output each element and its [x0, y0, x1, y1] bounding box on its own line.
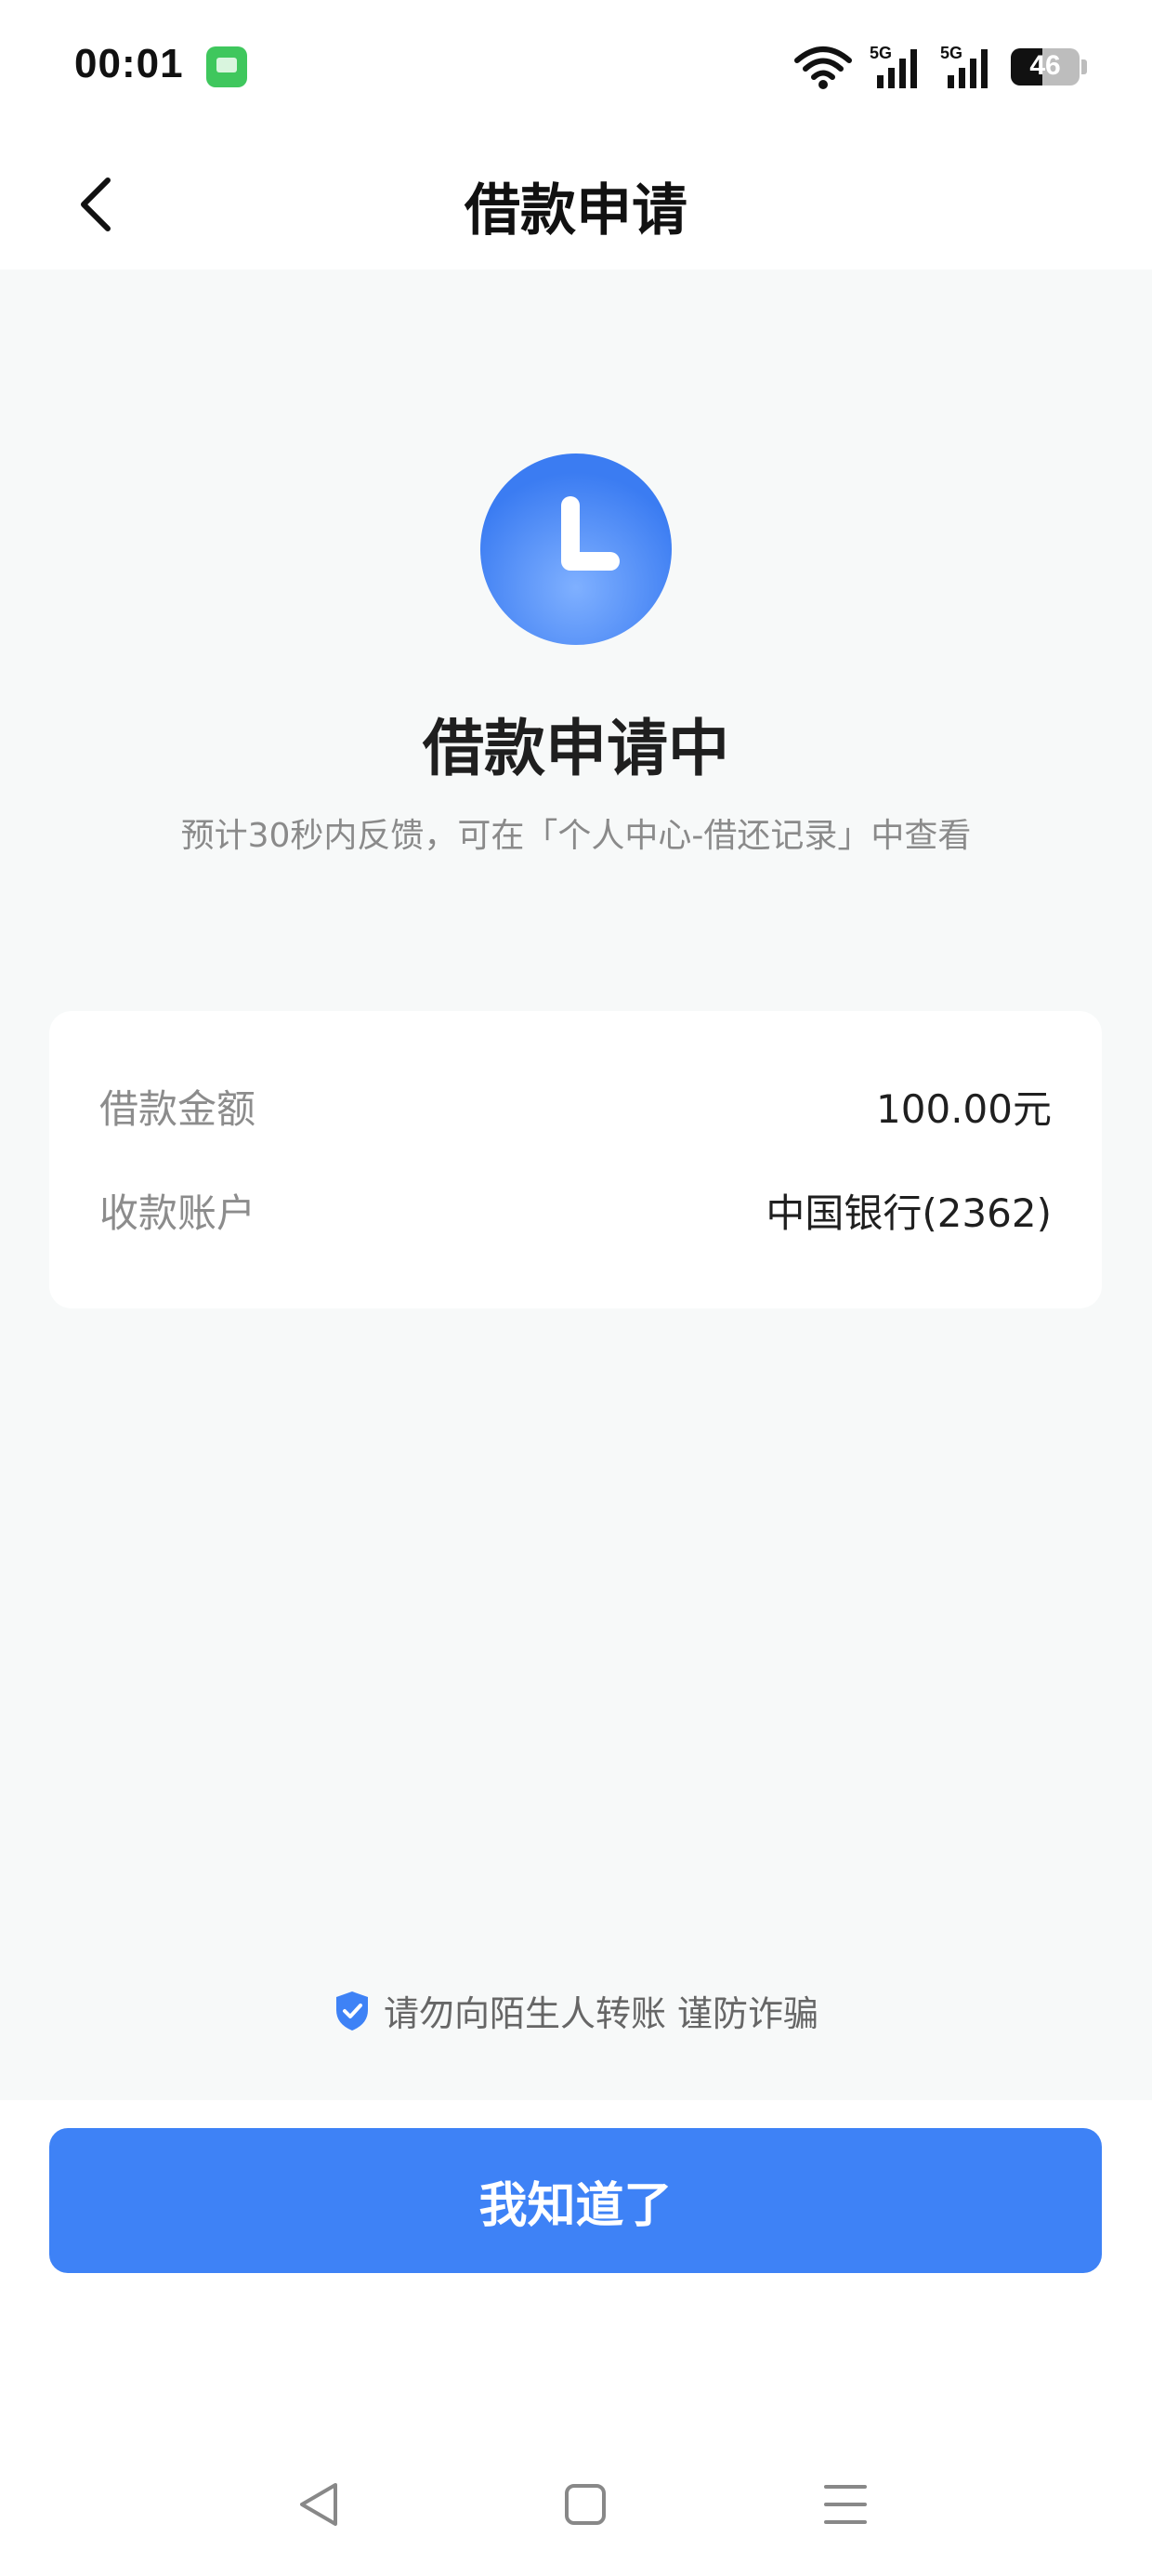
receiving-account-value: 中国银行(2362)	[766, 1189, 1052, 1236]
home-square-icon[interactable]	[553, 2472, 618, 2537]
message-app-icon	[206, 46, 247, 87]
shield-check-icon	[335, 1991, 368, 2031]
acknowledge-button[interactable]: 我知道了	[49, 2128, 1102, 2273]
loan-amount-value: 100.00元	[876, 1085, 1052, 1132]
loan-amount-label: 借款金额	[99, 1085, 256, 1132]
signal-label: 5G	[870, 44, 892, 62]
signal-5g-icon: 5G	[870, 44, 917, 88]
header: 借款申请	[0, 139, 1152, 269]
receiving-account-label: 收款账户	[99, 1189, 256, 1236]
battery-tip	[1081, 59, 1087, 74]
fraud-notice: 请勿向陌生人转账 谨防诈骗	[0, 1985, 1152, 2036]
battery-level: 46	[1029, 50, 1061, 81]
page-title: 借款申请	[465, 178, 687, 243]
clock-icon	[480, 453, 672, 645]
status-title: 借款申请中	[423, 713, 729, 784]
status-subtitle: 预计30秒内反馈，可在「个人中心-借还记录」中查看	[180, 817, 972, 855]
status-indicators: 5G 5G 46	[793, 41, 1087, 93]
status-bar: 00:01 5G 5G 46	[0, 0, 1152, 139]
status-time: 00:01	[74, 41, 184, 86]
signal-label: 5G	[940, 44, 962, 62]
main-content: 借款申请中 预计30秒内反馈，可在「个人中心-借还记录」中查看 借款金额 100…	[0, 269, 1152, 2100]
system-nav-bar	[0, 2444, 1152, 2565]
detail-row-amount: 借款金额 100.00元	[99, 1078, 1052, 1134]
back-triangle-icon[interactable]	[289, 2472, 354, 2537]
fraud-notice-text: 请勿向陌生人转账 谨防诈骗	[383, 1993, 819, 2034]
battery-icon: 46	[1011, 48, 1080, 85]
signal-5g-icon: 5G	[940, 44, 988, 88]
wifi-icon	[794, 46, 852, 89]
menu-lines-icon[interactable]	[813, 2472, 878, 2537]
loan-details-card: 借款金额 100.00元 收款账户 中国银行(2362)	[49, 1011, 1102, 1308]
detail-row-account: 收款账户 中国银行(2362)	[99, 1182, 1052, 1238]
